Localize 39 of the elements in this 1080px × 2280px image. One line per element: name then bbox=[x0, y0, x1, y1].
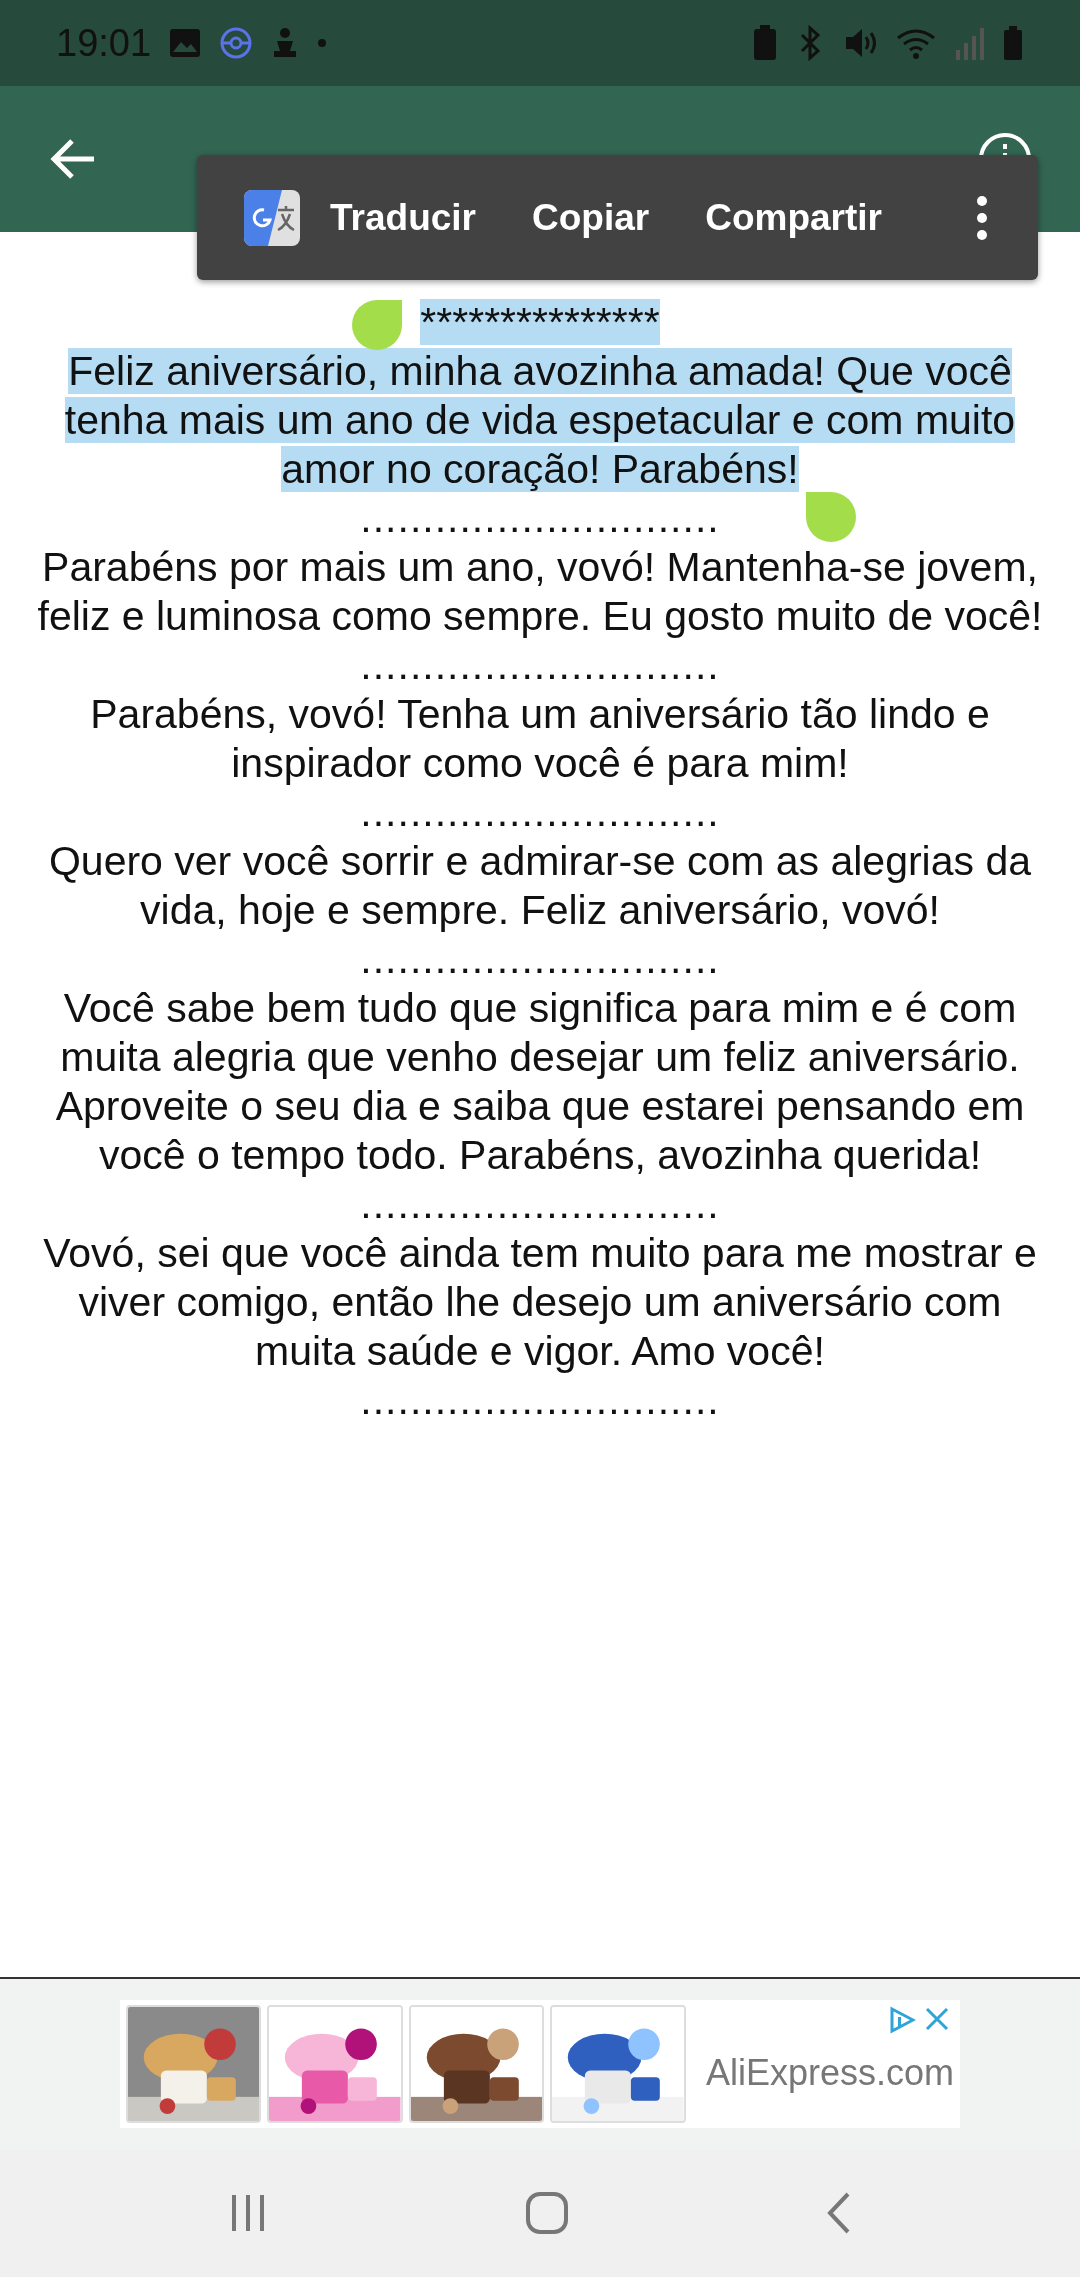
home-icon[interactable] bbox=[525, 2191, 569, 2235]
message-line: você o tempo todo. Parabéns, avozinha querida! bbox=[98, 1132, 982, 1178]
signal-icon bbox=[954, 26, 984, 60]
selection-handle[interactable] bbox=[806, 492, 856, 542]
more-options-icon[interactable] bbox=[976, 194, 988, 241]
dotted-separator: ............................. bbox=[360, 789, 720, 835]
message-line: Parabéns, vovó! Tenha um aniversário tão lindo e bbox=[90, 691, 990, 737]
dotted-separator: ............................. bbox=[360, 495, 720, 541]
ball-icon bbox=[219, 26, 254, 60]
ad-choices-icon[interactable] bbox=[888, 2006, 916, 2034]
menu-action[interactable]: Copiar bbox=[504, 196, 678, 239]
menu-action[interactable]: Compartir bbox=[677, 196, 910, 239]
dotted-separator: ............................. bbox=[360, 936, 720, 982]
translate-icon[interactable] bbox=[242, 187, 302, 248]
message-line: inspirador como você é para mim! bbox=[231, 740, 849, 786]
dotted-separator: ............................. bbox=[360, 642, 720, 688]
message-line: viver comigo, então lhe desejo um aniversário com bbox=[78, 1279, 1002, 1325]
message-line: Você sabe bem tudo que significa para mim e é com bbox=[63, 985, 1017, 1031]
message-line: vida, hoje e sempre. Feliz aniversário, vovó! bbox=[140, 887, 940, 933]
status-time: 19:01 bbox=[56, 21, 152, 65]
advertiser-name: AliExpress.com bbox=[705, 2052, 954, 2094]
battery-saver-icon bbox=[752, 25, 778, 61]
ad-banner[interactable]: AliExpress.com bbox=[120, 2000, 960, 2128]
message-line: muita saúde e vigor. Amo você! bbox=[255, 1328, 825, 1374]
back-icon[interactable] bbox=[825, 2191, 852, 2235]
message-line: feliz e luminosa como sempre. Eu gosto muito de você! bbox=[37, 593, 1043, 639]
menu-action[interactable]: Traducir bbox=[302, 196, 504, 239]
battery-icon bbox=[1002, 25, 1024, 61]
dotted-separator: ............................. bbox=[360, 1377, 720, 1423]
message-line: muita alegria que venho desejar um feliz aniversário. bbox=[60, 1034, 1020, 1080]
dotted-separator: ............................. bbox=[360, 1181, 720, 1227]
message-line: Quero ver você sorrir e admirar-se com as alegrias da bbox=[48, 838, 1032, 884]
message-line: Vovó, sei que você ainda tem muito para me mostrar e bbox=[43, 1230, 1037, 1276]
dot-icon bbox=[317, 38, 328, 48]
image-icon bbox=[169, 28, 202, 58]
close-icon[interactable] bbox=[924, 2006, 950, 2032]
message-line: Aproveite o seu dia e saiba que estarei pensando em bbox=[55, 1083, 1025, 1129]
selection-handle[interactable] bbox=[352, 300, 402, 350]
message-line: Parabéns por mais um ano, vovó! Mantenha-se jovem, bbox=[42, 544, 1038, 590]
